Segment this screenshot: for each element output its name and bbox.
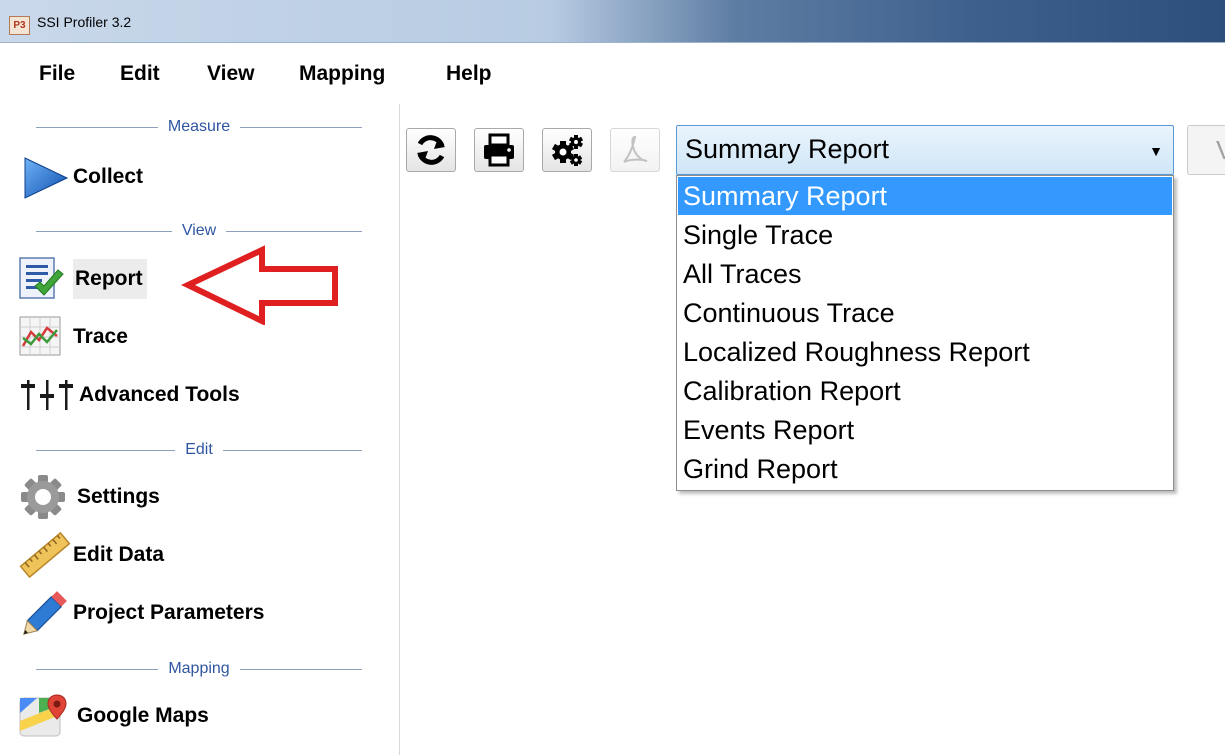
section-mapping: Mapping <box>36 658 362 680</box>
dropdown-option[interactable]: Grind Report <box>678 450 1172 488</box>
section-view: View <box>36 220 363 242</box>
refresh-button[interactable] <box>406 128 456 172</box>
pdf-icon <box>623 135 648 163</box>
report-type-value: Summary Report <box>685 134 890 164</box>
dropdown-option[interactable]: Calibration Report <box>678 372 1172 410</box>
sidebar-item-label: Settings <box>77 485 160 508</box>
menu-edit[interactable]: Edit <box>120 62 160 86</box>
section-edit: Edit <box>36 439 363 461</box>
menu-bar: File Edit View Mapping Help <box>0 43 1225 103</box>
sidebar-item-trace[interactable]: Trace <box>17 314 128 360</box>
sliders-icon <box>17 372 79 418</box>
section-measure: Measure <box>36 116 362 138</box>
trace-chart-icon <box>17 314 73 360</box>
sidebar-item-label: Edit Data <box>73 543 165 566</box>
dropdown-option[interactable]: Single Trace <box>678 216 1172 254</box>
dropdown-option[interactable]: All Traces <box>678 255 1172 293</box>
app-logo-icon: P3 <box>9 16 30 35</box>
sidebar: Measure Collect View Report Trace Advanc… <box>0 104 400 755</box>
refresh-icon <box>417 135 445 165</box>
sidebar-item-settings[interactable]: Settings <box>17 474 160 520</box>
sidebar-item-label: Google Maps <box>77 704 209 727</box>
sidebar-item-label: Trace <box>73 325 128 348</box>
pencil-icon <box>17 590 73 636</box>
gears-icon <box>551 135 584 166</box>
menu-file[interactable]: File <box>39 62 75 86</box>
chevron-down-icon: ▼ <box>1149 143 1163 159</box>
dropdown-option[interactable]: Summary Report <box>678 177 1172 215</box>
sidebar-item-label: Report <box>73 259 147 299</box>
report-type-dropdown-list: Summary Report Single Trace All Traces C… <box>676 175 1174 491</box>
dropdown-option[interactable]: Localized Roughness Report <box>678 333 1172 371</box>
sidebar-item-report[interactable]: Report <box>17 256 147 302</box>
gear-icon <box>17 474 77 520</box>
pdf-export-button[interactable] <box>610 128 660 172</box>
sidebar-item-project-parameters[interactable]: Project Parameters <box>17 590 264 636</box>
sidebar-item-label: Advanced Tools <box>79 383 240 406</box>
dropdown-option[interactable]: Continuous Trace <box>678 294 1172 332</box>
sidebar-item-google-maps[interactable]: Google Maps <box>17 693 209 739</box>
sidebar-item-label: Collect <box>73 165 144 188</box>
view-button[interactable]: V <box>1187 125 1225 175</box>
menu-help[interactable]: Help <box>446 62 492 86</box>
window-title: SSI Profiler 3.2 <box>37 14 132 30</box>
report-type-select[interactable]: Summary Report ▼ <box>676 125 1174 175</box>
map-pin-icon <box>17 693 77 739</box>
report-check-icon <box>17 256 73 302</box>
sidebar-item-edit-data[interactable]: Edit Data <box>17 531 165 579</box>
print-button[interactable] <box>474 128 524 172</box>
annotation-arrow-icon <box>181 245 338 325</box>
play-arrow-icon <box>17 154 73 200</box>
dropdown-option[interactable]: Events Report <box>678 411 1172 449</box>
menu-mapping[interactable]: Mapping <box>299 62 385 86</box>
sidebar-item-label: Project Parameters <box>73 601 265 624</box>
sidebar-item-advanced-tools[interactable]: Advanced Tools <box>17 372 240 418</box>
title-bar: P3 SSI Profiler 3.2 <box>0 0 1225 43</box>
ruler-icon <box>17 531 73 579</box>
print-icon <box>484 133 514 167</box>
sidebar-item-collect[interactable]: Collect <box>17 154 143 200</box>
menu-view[interactable]: View <box>207 62 254 86</box>
settings-button[interactable] <box>542 128 592 172</box>
